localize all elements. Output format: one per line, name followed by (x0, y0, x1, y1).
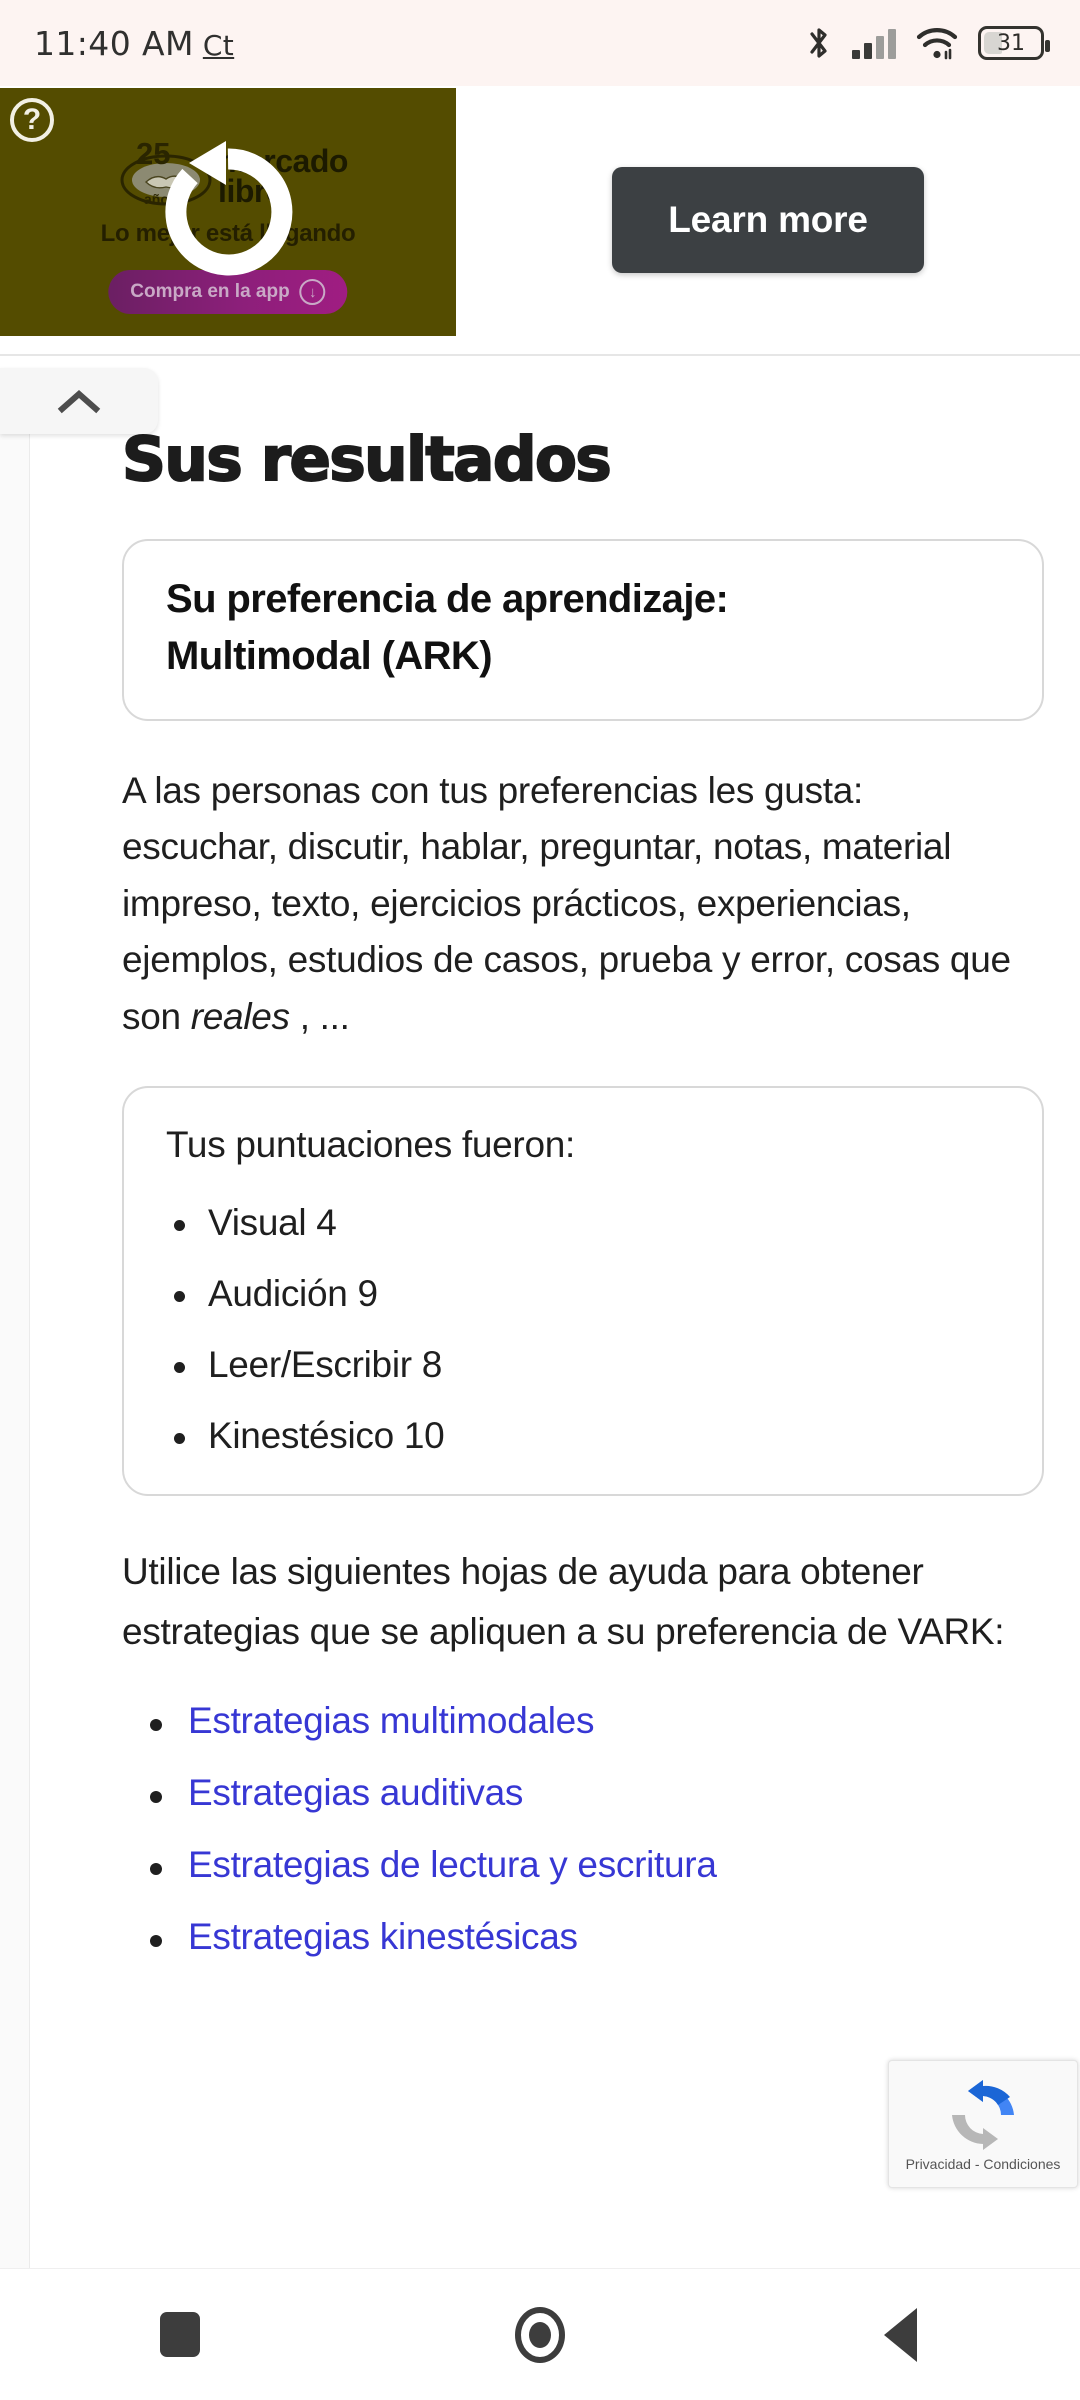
download-icon: ↓ (299, 279, 326, 305)
score-item-leer-escribir: Leer/Escribir 8 (166, 1346, 1000, 1383)
battery-percent-text: 31 (997, 30, 1025, 56)
triangle-left-icon (883, 2307, 917, 2362)
circle-icon (515, 2306, 565, 2363)
scores-list: Visual 4 Audición 9 Leer/Escribir 8 Kine… (166, 1204, 1000, 1454)
scores-card: Tus puntuaciones fueron: Visual 4 Audici… (122, 1085, 1044, 1496)
home-button[interactable] (470, 2269, 610, 2400)
status-icons: 31 (806, 25, 1050, 61)
recaptcha-links-text[interactable]: Privacidad - Condiciones (906, 2156, 1061, 2172)
intro-tail-text: , ... (289, 996, 350, 1038)
collapse-ad-button[interactable] (0, 368, 158, 434)
helpsheet-links-list: Estrategias multimodales Estrategias aud… (122, 1700, 1044, 1958)
score-item-kinestesico: Kinestésico 10 (166, 1417, 1000, 1454)
list-item: Estrategias kinestésicas (144, 1916, 1044, 1958)
link-estrategias-auditivas[interactable]: Estrategias auditivas (188, 1772, 523, 1813)
recaptcha-icon (946, 2076, 1020, 2152)
replay-icon[interactable] (153, 137, 303, 287)
ad-video-thumbnail[interactable]: ? 25 años mercado libre Lo mejor está ll… (0, 88, 456, 336)
link-estrategias-kinestesicas[interactable]: Estrategias kinestésicas (188, 1916, 578, 1957)
status-bar: 11:40 AM Ct 31 (0, 0, 1080, 86)
chevron-up-icon (57, 387, 101, 415)
page-title: Sus resultados (121, 423, 613, 496)
page-left-rail (0, 368, 30, 2268)
content-column: Sus resultados Su preferencia de aprendi… (30, 368, 1080, 1988)
android-navigation-bar (0, 2268, 1080, 2400)
preference-label: Su preferencia de aprendizaje: (166, 577, 729, 621)
link-estrategias-multimodales[interactable]: Estrategias multimodales (188, 1700, 594, 1741)
intro-lead-text: A las personas con tus preferencias les … (122, 769, 864, 811)
status-time: 11:40 AM Ct (34, 24, 234, 63)
bluetooth-icon (806, 25, 832, 61)
ad-cta-area: Learn more (456, 86, 1080, 354)
scores-heading: Tus puntuaciones fueron: (166, 1123, 575, 1165)
ad-info-icon[interactable]: ? (10, 98, 54, 142)
intro-paragraph: A las personas con tus preferencias les … (122, 763, 1044, 1046)
recents-button[interactable] (110, 2269, 250, 2400)
phone-screen: 11:40 AM Ct 31 ? 25 años mercado libre L… (0, 0, 1080, 2400)
list-item: Estrategias multimodales (144, 1700, 1044, 1742)
status-time-text: 11:40 AM (34, 23, 194, 63)
learn-more-button[interactable]: Learn more (612, 167, 924, 273)
score-item-visual: Visual 4 (166, 1204, 1000, 1241)
score-item-audicion: Audición 9 (166, 1275, 1000, 1312)
ad-banner: ? 25 años mercado libre Lo mejor está ll… (0, 86, 1080, 356)
square-icon (160, 2312, 200, 2357)
list-item: Estrategias de lectura y escritura (144, 1844, 1044, 1886)
list-item: Estrategias auditivas (144, 1772, 1044, 1814)
wifi-icon (916, 26, 958, 60)
status-timezone-text: Ct (202, 28, 235, 62)
back-button[interactable] (830, 2269, 970, 2400)
intro-emphasis-text: reales (190, 996, 290, 1038)
webpage-content: Sus resultados Su preferencia de aprendi… (0, 368, 1080, 2268)
preference-card: Su preferencia de aprendizaje: Multimoda… (122, 539, 1044, 721)
cellular-signal-icon (852, 27, 896, 59)
preference-value: Multimodal (ARK) (166, 633, 493, 678)
recaptcha-badge[interactable]: Privacidad - Condiciones (888, 2060, 1078, 2188)
link-estrategias-lectura-escritura[interactable]: Estrategias de lectura y escritura (188, 1844, 717, 1885)
battery-icon: 31 (978, 26, 1050, 60)
helpsheets-lead-paragraph: Utilice las siguientes hojas de ayuda pa… (122, 1550, 1005, 1652)
